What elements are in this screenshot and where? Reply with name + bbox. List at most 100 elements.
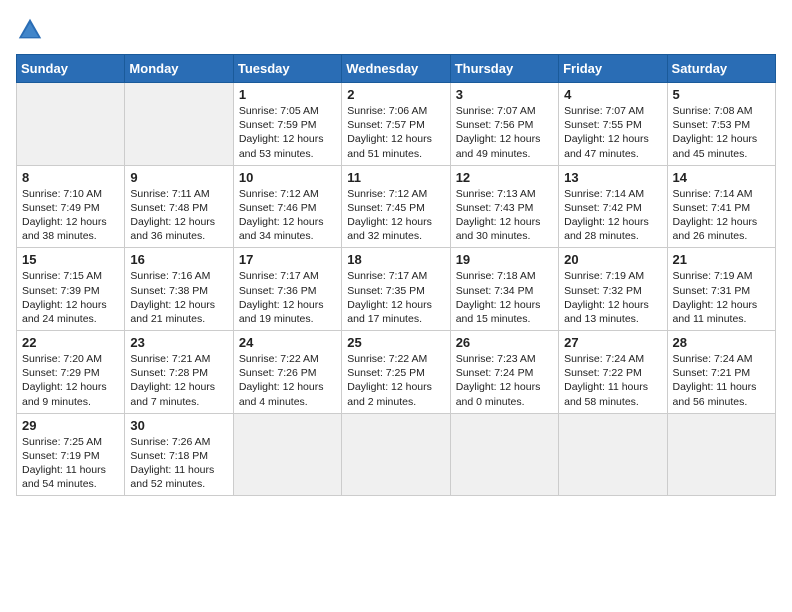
daylight-text: Daylight: 12 hours and 49 minutes. xyxy=(456,132,553,160)
sunset-text: Sunset: 7:56 PM xyxy=(456,118,553,132)
calendar-day-header: Thursday xyxy=(450,55,558,83)
daylight-text: Daylight: 12 hours and 32 minutes. xyxy=(347,215,444,243)
sunset-text: Sunset: 7:25 PM xyxy=(347,366,444,380)
daylight-text: Daylight: 12 hours and 34 minutes. xyxy=(239,215,336,243)
logo-icon xyxy=(16,16,44,44)
sunrise-text: Sunrise: 7:12 AM xyxy=(347,187,444,201)
day-number: 11 xyxy=(347,170,444,185)
sunset-text: Sunset: 7:21 PM xyxy=(673,366,770,380)
calendar-day-cell: 22 Sunrise: 7:20 AM Sunset: 7:29 PM Dayl… xyxy=(17,331,125,414)
day-number: 17 xyxy=(239,252,336,267)
sunrise-text: Sunrise: 7:11 AM xyxy=(130,187,227,201)
day-number: 2 xyxy=(347,87,444,102)
calendar-day-header: Wednesday xyxy=(342,55,450,83)
sunset-text: Sunset: 7:48 PM xyxy=(130,201,227,215)
sunrise-text: Sunrise: 7:23 AM xyxy=(456,352,553,366)
daylight-text: Daylight: 12 hours and 9 minutes. xyxy=(22,380,119,408)
daylight-text: Daylight: 12 hours and 36 minutes. xyxy=(130,215,227,243)
sunset-text: Sunset: 7:31 PM xyxy=(673,284,770,298)
calendar-week-row: 1 Sunrise: 7:05 AM Sunset: 7:59 PM Dayli… xyxy=(17,83,776,166)
calendar-day-cell: 19 Sunrise: 7:18 AM Sunset: 7:34 PM Dayl… xyxy=(450,248,558,331)
daylight-text: Daylight: 12 hours and 4 minutes. xyxy=(239,380,336,408)
sunrise-text: Sunrise: 7:12 AM xyxy=(239,187,336,201)
calendar-day-cell: 20 Sunrise: 7:19 AM Sunset: 7:32 PM Dayl… xyxy=(559,248,667,331)
sunrise-text: Sunrise: 7:07 AM xyxy=(564,104,661,118)
day-number: 9 xyxy=(130,170,227,185)
sunrise-text: Sunrise: 7:16 AM xyxy=(130,269,227,283)
daylight-text: Daylight: 12 hours and 30 minutes. xyxy=(456,215,553,243)
daylight-text: Daylight: 12 hours and 19 minutes. xyxy=(239,298,336,326)
calendar-day-cell: 17 Sunrise: 7:17 AM Sunset: 7:36 PM Dayl… xyxy=(233,248,341,331)
sunrise-text: Sunrise: 7:26 AM xyxy=(130,435,227,449)
day-number: 16 xyxy=(130,252,227,267)
sunrise-text: Sunrise: 7:24 AM xyxy=(564,352,661,366)
day-number: 30 xyxy=(130,418,227,433)
day-number: 15 xyxy=(22,252,119,267)
sunrise-text: Sunrise: 7:10 AM xyxy=(22,187,119,201)
sunset-text: Sunset: 7:35 PM xyxy=(347,284,444,298)
day-number: 19 xyxy=(456,252,553,267)
daylight-text: Daylight: 12 hours and 47 minutes. xyxy=(564,132,661,160)
daylight-text: Daylight: 12 hours and 26 minutes. xyxy=(673,215,770,243)
daylight-text: Daylight: 11 hours and 52 minutes. xyxy=(130,463,227,491)
calendar-day-cell: 29 Sunrise: 7:25 AM Sunset: 7:19 PM Dayl… xyxy=(17,413,125,496)
calendar-day-cell: 23 Sunrise: 7:21 AM Sunset: 7:28 PM Dayl… xyxy=(125,331,233,414)
calendar-day-cell: 15 Sunrise: 7:15 AM Sunset: 7:39 PM Dayl… xyxy=(17,248,125,331)
sunrise-text: Sunrise: 7:15 AM xyxy=(22,269,119,283)
sunrise-text: Sunrise: 7:17 AM xyxy=(239,269,336,283)
calendar-day-cell xyxy=(559,413,667,496)
daylight-text: Daylight: 12 hours and 51 minutes. xyxy=(347,132,444,160)
sunrise-text: Sunrise: 7:08 AM xyxy=(673,104,770,118)
calendar-day-cell: 8 Sunrise: 7:10 AM Sunset: 7:49 PM Dayli… xyxy=(17,165,125,248)
sunset-text: Sunset: 7:49 PM xyxy=(22,201,119,215)
day-number: 21 xyxy=(673,252,770,267)
sunset-text: Sunset: 7:18 PM xyxy=(130,449,227,463)
sunset-text: Sunset: 7:28 PM xyxy=(130,366,227,380)
calendar-day-cell: 3 Sunrise: 7:07 AM Sunset: 7:56 PM Dayli… xyxy=(450,83,558,166)
calendar-day-cell: 27 Sunrise: 7:24 AM Sunset: 7:22 PM Dayl… xyxy=(559,331,667,414)
day-number: 10 xyxy=(239,170,336,185)
sunset-text: Sunset: 7:38 PM xyxy=(130,284,227,298)
calendar-day-header: Monday xyxy=(125,55,233,83)
calendar-day-cell: 24 Sunrise: 7:22 AM Sunset: 7:26 PM Dayl… xyxy=(233,331,341,414)
day-number: 18 xyxy=(347,252,444,267)
calendar-day-cell xyxy=(125,83,233,166)
calendar-day-cell xyxy=(450,413,558,496)
calendar-week-row: 22 Sunrise: 7:20 AM Sunset: 7:29 PM Dayl… xyxy=(17,331,776,414)
daylight-text: Daylight: 12 hours and 2 minutes. xyxy=(347,380,444,408)
calendar-day-cell xyxy=(233,413,341,496)
calendar-day-cell: 2 Sunrise: 7:06 AM Sunset: 7:57 PM Dayli… xyxy=(342,83,450,166)
sunrise-text: Sunrise: 7:14 AM xyxy=(564,187,661,201)
calendar-day-cell: 18 Sunrise: 7:17 AM Sunset: 7:35 PM Dayl… xyxy=(342,248,450,331)
daylight-text: Daylight: 12 hours and 15 minutes. xyxy=(456,298,553,326)
day-number: 3 xyxy=(456,87,553,102)
sunset-text: Sunset: 7:42 PM xyxy=(564,201,661,215)
sunrise-text: Sunrise: 7:18 AM xyxy=(456,269,553,283)
daylight-text: Daylight: 11 hours and 58 minutes. xyxy=(564,380,661,408)
sunrise-text: Sunrise: 7:19 AM xyxy=(673,269,770,283)
calendar-day-header: Saturday xyxy=(667,55,775,83)
day-number: 24 xyxy=(239,335,336,350)
calendar-day-cell: 9 Sunrise: 7:11 AM Sunset: 7:48 PM Dayli… xyxy=(125,165,233,248)
sunset-text: Sunset: 7:32 PM xyxy=(564,284,661,298)
day-number: 27 xyxy=(564,335,661,350)
day-number: 5 xyxy=(673,87,770,102)
daylight-text: Daylight: 11 hours and 54 minutes. xyxy=(22,463,119,491)
sunrise-text: Sunrise: 7:13 AM xyxy=(456,187,553,201)
day-number: 13 xyxy=(564,170,661,185)
day-number: 23 xyxy=(130,335,227,350)
calendar-day-cell xyxy=(17,83,125,166)
daylight-text: Daylight: 11 hours and 56 minutes. xyxy=(673,380,770,408)
calendar-day-cell: 21 Sunrise: 7:19 AM Sunset: 7:31 PM Dayl… xyxy=(667,248,775,331)
calendar-day-cell: 16 Sunrise: 7:16 AM Sunset: 7:38 PM Dayl… xyxy=(125,248,233,331)
sunset-text: Sunset: 7:24 PM xyxy=(456,366,553,380)
logo xyxy=(16,16,48,44)
calendar-day-header: Tuesday xyxy=(233,55,341,83)
day-number: 20 xyxy=(564,252,661,267)
sunset-text: Sunset: 7:57 PM xyxy=(347,118,444,132)
sunset-text: Sunset: 7:59 PM xyxy=(239,118,336,132)
sunset-text: Sunset: 7:41 PM xyxy=(673,201,770,215)
daylight-text: Daylight: 12 hours and 53 minutes. xyxy=(239,132,336,160)
calendar-day-header: Friday xyxy=(559,55,667,83)
calendar-day-cell: 11 Sunrise: 7:12 AM Sunset: 7:45 PM Dayl… xyxy=(342,165,450,248)
